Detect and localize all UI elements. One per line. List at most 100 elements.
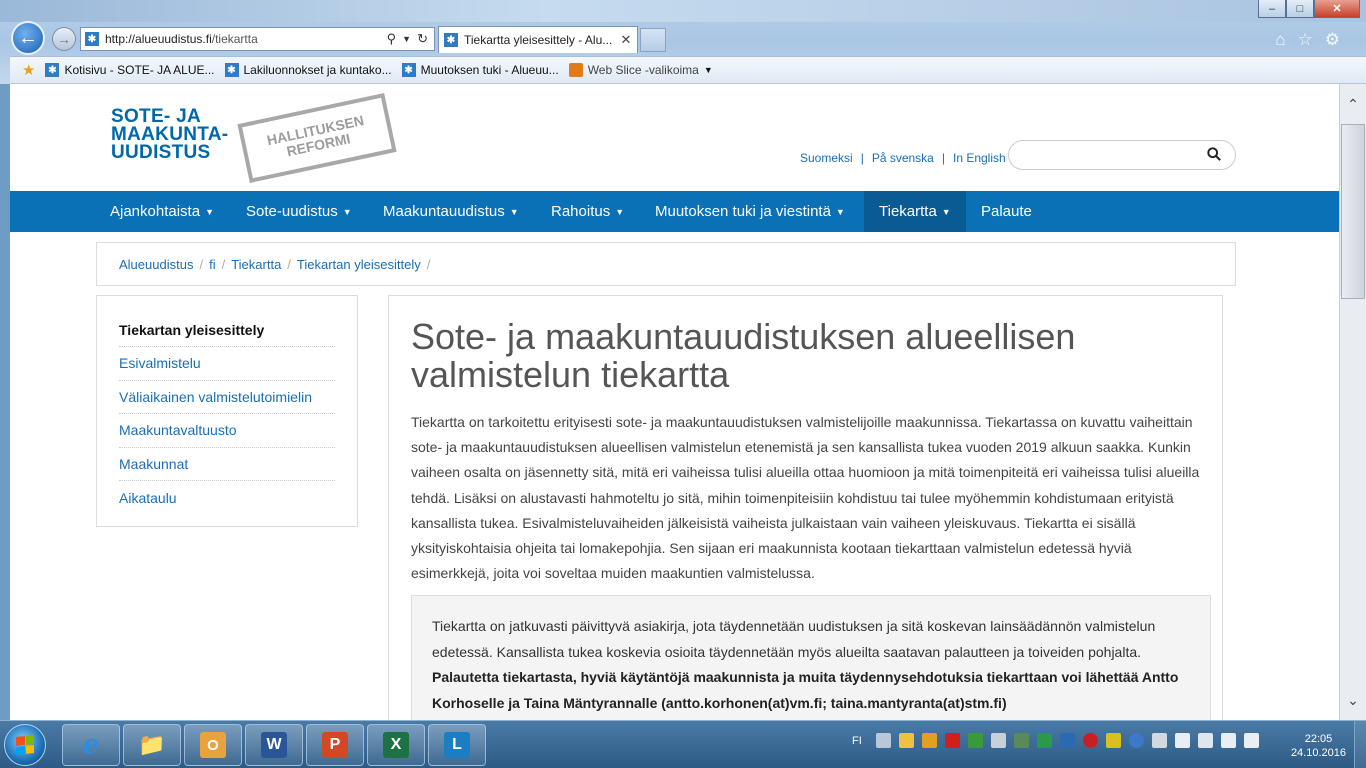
breadcrumb: Alueuudistus / fi / Tiekartta / Tiekartan y… bbox=[96, 242, 1236, 286]
search-icon[interactable] bbox=[1207, 147, 1221, 161]
action-center-flag-icon[interactable] bbox=[1174, 733, 1190, 748]
input-language-indicator[interactable]: FI bbox=[852, 735, 862, 747]
new-tab-button[interactable] bbox=[640, 28, 666, 52]
bluetooth-icon[interactable] bbox=[1059, 733, 1075, 748]
scroll-up-icon[interactable]: ⌃ bbox=[1340, 84, 1366, 124]
gear-icon[interactable]: ⚙ bbox=[1325, 30, 1340, 50]
favorite-favicon-icon: ✱ bbox=[401, 63, 416, 77]
device-icon[interactable] bbox=[990, 733, 1006, 748]
volume-muted-icon[interactable] bbox=[1243, 733, 1259, 748]
keyboard-icon[interactable] bbox=[875, 733, 891, 748]
language-switcher: Suomeksi | På svenska | In English bbox=[800, 151, 1006, 165]
nav-label: Maakuntauudistus bbox=[383, 203, 505, 220]
signal-strength-icon[interactable] bbox=[1220, 733, 1236, 748]
taskbar-app-excel[interactable]: X bbox=[367, 724, 425, 766]
network-share-icon[interactable] bbox=[1013, 733, 1029, 748]
power-icon[interactable] bbox=[1197, 733, 1213, 748]
url-host: http://alueuudistus.fi bbox=[105, 32, 212, 46]
breadcrumb-link[interactable]: fi bbox=[209, 257, 216, 272]
nav-label: Ajankohtaista bbox=[110, 203, 201, 220]
start-button[interactable] bbox=[4, 724, 46, 766]
site-search-input[interactable] bbox=[1008, 140, 1236, 170]
caret-down-icon: ▼ bbox=[835, 206, 845, 217]
refresh-icon[interactable]: ↻ bbox=[417, 31, 428, 47]
vertical-scrollbar[interactable]: ⌃ ⌄ bbox=[1339, 84, 1366, 720]
nav-item-tiekartta[interactable]: Tiekartta ▼ bbox=[864, 191, 966, 232]
powerpoint-icon: P bbox=[322, 732, 348, 758]
breadcrumb-link[interactable]: Alueuudistus bbox=[119, 257, 193, 272]
sidebar-item-maakuntavaltuusto[interactable]: Maakuntavaltuusto bbox=[119, 414, 335, 448]
forward-button[interactable]: → bbox=[52, 27, 76, 51]
caret-down-icon: ▼ bbox=[342, 206, 352, 217]
info-box-contact-text: Palautetta tiekartasta, hyviä käytäntöjä… bbox=[432, 669, 1179, 711]
sync-icon[interactable] bbox=[967, 733, 983, 748]
favorite-link-2[interactable]: ✱ Lakiluonnokset ja kuntako... bbox=[224, 63, 392, 77]
breadcrumb-separator: / bbox=[221, 256, 226, 272]
outlook-icon: O bbox=[200, 732, 226, 758]
back-button[interactable]: ← bbox=[11, 21, 45, 55]
cloud-sync-icon[interactable] bbox=[1128, 733, 1144, 748]
taskbar-app-explorer[interactable]: 📁 bbox=[123, 724, 181, 766]
taskbar-app-lync[interactable]: L bbox=[428, 724, 486, 766]
web-slice-gallery[interactable]: Web Slice -valikoima ▼ bbox=[568, 63, 713, 77]
scroll-thumb[interactable] bbox=[1341, 124, 1365, 299]
security-icon[interactable] bbox=[944, 733, 960, 748]
taskbar-app-outlook[interactable]: O bbox=[184, 724, 242, 766]
nav-item-sote-uudistus[interactable]: Sote-uudistus ▼ bbox=[246, 191, 352, 232]
nav-item-palaute[interactable]: Palaute bbox=[981, 191, 1032, 232]
favorites-star-icon[interactable]: ★ bbox=[22, 61, 35, 79]
nav-item-rahoitus[interactable]: Rahoitus ▼ bbox=[551, 191, 624, 232]
address-bar[interactable]: ✱ http://alueuudistus.fi/tiekartta ⚲ ▼ ↻ bbox=[80, 27, 435, 51]
search-icon[interactable]: ⚲ bbox=[387, 31, 397, 47]
sidebar-item-valiaikainen-valmistelutoimielin[interactable]: Väliaikainen valmistelutoimielin bbox=[119, 381, 335, 414]
nav-item-muutoksen-tuki[interactable]: Muutoksen tuki ja viestintä ▼ bbox=[655, 191, 845, 232]
scroll-down-icon[interactable]: ⌄ bbox=[1340, 690, 1366, 710]
favorites-bar: ★ ✱ Kotisivu - SOTE- JA ALUE... ✱ Lakiluon… bbox=[10, 56, 1366, 84]
taskbar-app-internet-explorer[interactable]: e bbox=[62, 724, 120, 766]
favorite-link-3[interactable]: ✱ Muutoksen tuki - Alueuu... bbox=[401, 63, 559, 77]
browser-tab-active[interactable]: ✱ Tiekartta yleisesittely - Alu... ✕ bbox=[438, 26, 638, 53]
url-input[interactable]: http://alueuudistus.fi/tiekartta bbox=[105, 32, 381, 46]
close-window-button[interactable]: ✕ bbox=[1314, 0, 1360, 18]
office-upload-icon[interactable] bbox=[921, 733, 937, 748]
sidebar-item-tiekartan-yleisesittely[interactable]: Tiekartan yleisesittely bbox=[119, 313, 335, 347]
close-tab-icon[interactable]: ✕ bbox=[619, 32, 633, 48]
maximize-button[interactable]: □ bbox=[1286, 0, 1314, 18]
grid-app-icon[interactable] bbox=[1105, 733, 1121, 748]
web-slice-label: Web Slice -valikoima bbox=[587, 63, 699, 77]
site-favicon-icon: ✱ bbox=[85, 32, 99, 46]
nav-item-maakuntauudistus[interactable]: Maakuntauudistus ▼ bbox=[383, 191, 519, 232]
nav-label: Muutoksen tuki ja viestintä bbox=[655, 203, 831, 220]
lang-link-en[interactable]: In English bbox=[953, 151, 1006, 165]
breadcrumb-separator: / bbox=[426, 256, 431, 272]
sidebar-item-aikataulu[interactable]: Aikataulu bbox=[119, 481, 335, 515]
nav-label: Rahoitus bbox=[551, 203, 611, 220]
favorites-star-icon[interactable]: ☆ bbox=[1298, 30, 1313, 50]
taskbar-clock[interactable]: 22:05 24.10.2016 bbox=[1291, 732, 1346, 760]
shield-icon[interactable] bbox=[1036, 733, 1052, 748]
antivirus-icon[interactable] bbox=[1082, 733, 1098, 748]
mail-icon[interactable] bbox=[898, 733, 914, 748]
lang-link-sv[interactable]: På svenska bbox=[872, 151, 934, 165]
taskbar-app-powerpoint[interactable]: P bbox=[306, 724, 364, 766]
show-desktop-button[interactable] bbox=[1354, 721, 1366, 768]
connection-icon[interactable] bbox=[1151, 733, 1167, 748]
sidebar-item-maakunnat[interactable]: Maakunnat bbox=[119, 448, 335, 481]
window-controls: – □ ✕ bbox=[1258, 0, 1360, 18]
caret-down-icon: ▼ bbox=[205, 206, 214, 217]
window-titlebar: – □ ✕ bbox=[0, 0, 1366, 22]
favorite-label: Muutoksen tuki - Alueuu... bbox=[420, 63, 559, 77]
dropdown-icon[interactable]: ▼ bbox=[402, 34, 411, 47]
sidebar-item-esivalmistelu[interactable]: Esivalmistelu bbox=[119, 347, 335, 381]
minimize-button[interactable]: – bbox=[1258, 0, 1286, 18]
home-icon[interactable]: ⌂ bbox=[1275, 30, 1285, 50]
divider: | bbox=[941, 151, 945, 165]
breadcrumb-link[interactable]: Tiekartan yleisesittely bbox=[297, 257, 421, 272]
nav-item-ajankohtaista[interactable]: Ajankohtaista ▼ bbox=[110, 191, 214, 232]
lync-icon: L bbox=[444, 732, 470, 758]
site-logo[interactable]: SOTE- JA MAAKUNTA- UUDISTUS bbox=[111, 107, 228, 162]
favorite-link-1[interactable]: ✱ Kotisivu - SOTE- JA ALUE... bbox=[45, 63, 215, 77]
lang-link-fi[interactable]: Suomeksi bbox=[800, 151, 853, 165]
taskbar-app-word[interactable]: W bbox=[245, 724, 303, 766]
breadcrumb-link[interactable]: Tiekartta bbox=[231, 257, 281, 272]
